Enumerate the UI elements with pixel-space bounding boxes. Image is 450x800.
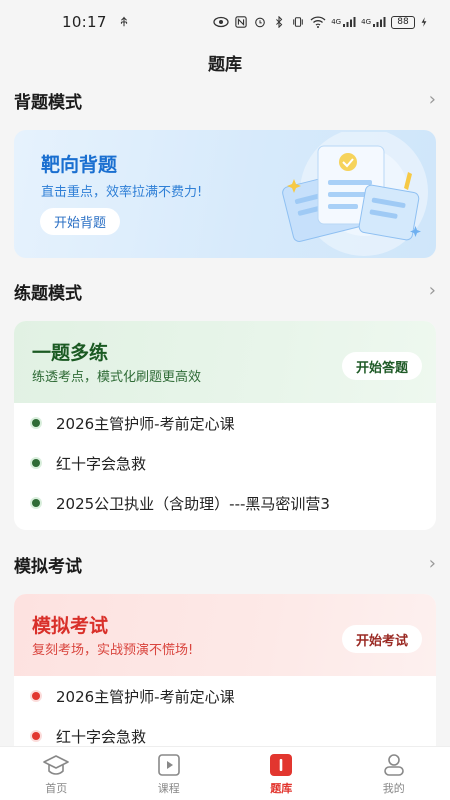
exam-card-subtitle: 复刻考场，实战预演不慌场! bbox=[32, 643, 194, 658]
charging-icon bbox=[421, 17, 427, 27]
status-bar: 10:17 4G 4G 88 bbox=[0, 0, 450, 44]
start-exam-button[interactable]: 开始考试 bbox=[341, 625, 422, 653]
tab-label: 课程 bbox=[157, 782, 180, 795]
bullet-icon bbox=[32, 692, 40, 700]
page-title: 题库 bbox=[208, 55, 242, 75]
list-item-label: 2026主管护师-考前定心课 bbox=[56, 414, 235, 433]
exam-card-title: 模拟考试 bbox=[32, 615, 109, 637]
tab-home[interactable]: 首页 bbox=[0, 747, 113, 800]
tab-label: 题库 bbox=[270, 782, 293, 795]
list-item-label: 2026主管护师-考前定心课 bbox=[56, 687, 235, 706]
battery-icon: 88 bbox=[391, 15, 415, 29]
list-item-label: 2025公卫执业（含助理）---黑马密训营3 bbox=[56, 494, 330, 513]
vibrate-icon bbox=[293, 17, 304, 27]
network-type-a: 4G bbox=[331, 18, 342, 26]
chevron-right-icon: › bbox=[428, 553, 436, 574]
tab-profile[interactable]: 我的 bbox=[338, 747, 450, 800]
exam-card: 模拟考试 复刻考场，实战预演不慌场! 开始考试 2026主管护师-考前定心课 红… bbox=[14, 594, 436, 746]
usb-icon bbox=[120, 16, 127, 27]
bullet-icon bbox=[32, 419, 40, 427]
bullet-icon bbox=[32, 459, 40, 467]
tab-question-bank[interactable]: 题库 bbox=[225, 747, 338, 800]
question-bank-icon bbox=[270, 754, 293, 776]
start-recite-button[interactable]: 开始背题 bbox=[40, 208, 121, 235]
chevron-right-icon: › bbox=[428, 89, 436, 110]
exam-card-banner[interactable]: 模拟考试 复刻考场，实战预演不慌场! 开始考试 bbox=[14, 594, 436, 676]
graduation-cap-icon bbox=[43, 755, 70, 775]
list-item[interactable]: 红十字会急救 bbox=[14, 721, 436, 746]
status-right: 4G 4G 88 bbox=[213, 15, 428, 29]
recite-section-header[interactable]: 背题模式 › bbox=[14, 86, 436, 114]
tab-label: 我的 bbox=[382, 782, 405, 795]
status-time: 10:17 bbox=[62, 13, 107, 31]
signal-icon-a bbox=[343, 17, 356, 27]
bullet-icon bbox=[32, 732, 40, 740]
eye-icon bbox=[213, 16, 229, 28]
practice-card-subtitle: 练透考点，模式化刷题更高效 bbox=[32, 370, 202, 385]
network-type-b: 4G bbox=[361, 18, 371, 26]
user-icon bbox=[383, 754, 404, 776]
list-item-label: 红十字会急救 bbox=[56, 454, 147, 473]
exam-section-title: 模拟考试 bbox=[14, 556, 82, 577]
tab-label: 首页 bbox=[45, 782, 68, 795]
start-practice-button[interactable]: 开始答题 bbox=[341, 352, 422, 380]
recite-card[interactable]: 靶向背题 直击重点，效率拉满不费力! 开始背题 bbox=[14, 130, 436, 258]
tab-courses[interactable]: 课程 bbox=[113, 747, 226, 800]
bluetooth-icon bbox=[276, 16, 283, 28]
recite-section-title: 背题模式 bbox=[14, 92, 82, 113]
content-scroll[interactable]: 背题模式 › 靶向背题 直击重点，效率拉满不费力! 开始背题 练题模式 › 一题… bbox=[0, 80, 450, 746]
nfc-icon bbox=[235, 16, 247, 28]
practice-card-banner[interactable]: 一题多练 练透考点，模式化刷题更高效 开始答题 bbox=[14, 321, 436, 403]
video-play-icon bbox=[157, 754, 180, 776]
status-left: 10:17 bbox=[62, 13, 131, 31]
recite-card-title: 靶向背题 bbox=[41, 154, 118, 176]
exam-section-header[interactable]: 模拟考试 › bbox=[14, 550, 436, 578]
list-item[interactable]: 2025公卫执业（含助理）---黑马密训营3 bbox=[14, 488, 436, 518]
practice-section-header[interactable]: 练题模式 › bbox=[14, 277, 436, 305]
recite-card-subtitle: 直击重点，效率拉满不费力! bbox=[41, 185, 203, 200]
list-item[interactable]: 2026主管护师-考前定心课 bbox=[14, 681, 436, 711]
practice-section-title: 练题模式 bbox=[14, 283, 82, 304]
list-item[interactable]: 2026主管护师-考前定心课 bbox=[14, 408, 436, 438]
practice-card-title: 一题多练 bbox=[32, 342, 109, 364]
chevron-right-icon: › bbox=[428, 280, 436, 301]
practice-card: 一题多练 练透考点，模式化刷题更高效 开始答题 2026主管护师-考前定心课 红… bbox=[14, 321, 436, 530]
list-item-label: 红十字会急救 bbox=[56, 727, 147, 746]
list-item[interactable]: 红十字会急救 bbox=[14, 448, 436, 478]
wifi-icon bbox=[310, 16, 326, 28]
documents-illustration-icon bbox=[282, 132, 428, 256]
alarm-icon bbox=[255, 17, 266, 28]
bullet-icon bbox=[32, 499, 40, 507]
signal-icon-b bbox=[373, 17, 386, 27]
bottom-tab-bar: 首页 课程 题库 我的 bbox=[0, 746, 450, 800]
